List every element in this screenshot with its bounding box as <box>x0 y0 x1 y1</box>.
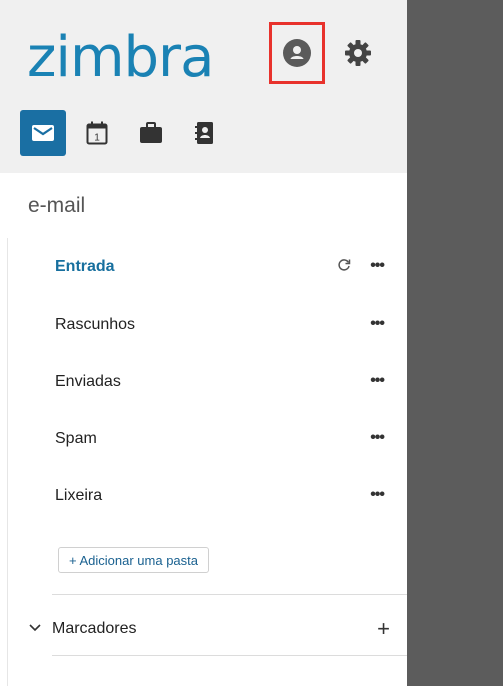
app-mail[interactable] <box>20 110 66 156</box>
folder-trash[interactable]: Lixeira ••• <box>55 484 395 508</box>
tags-section[interactable]: Marcadores + <box>28 617 390 641</box>
refresh-icon[interactable] <box>337 258 351 272</box>
calendar-day: 1 <box>94 133 100 144</box>
app-calendar[interactable]: 1 <box>74 110 120 156</box>
folder-label: Lixeira <box>55 487 103 504</box>
folder-label: Enviadas <box>55 373 121 390</box>
app-contacts[interactable] <box>182 110 228 156</box>
zimbra-logo: zimbra <box>27 25 214 90</box>
mail-icon <box>32 125 54 141</box>
add-folder-button[interactable]: + Adicionar uma pasta <box>58 547 209 573</box>
briefcase-icon <box>140 122 162 143</box>
folder-label: Rascunhos <box>55 316 136 333</box>
folder-menu-button[interactable]: ••• <box>370 316 385 332</box>
gear-icon[interactable] <box>343 38 373 68</box>
folder-menu-button[interactable]: ••• <box>370 258 385 274</box>
folder-menu-button[interactable]: ••• <box>370 430 385 446</box>
app-briefcase[interactable] <box>128 110 174 156</box>
calendar-icon: 1 <box>86 121 108 145</box>
chevron-down-icon[interactable] <box>28 620 52 638</box>
divider <box>52 594 407 595</box>
contacts-icon <box>195 122 213 144</box>
folder-spam[interactable]: Spam ••• <box>55 427 395 451</box>
folder-menu-button[interactable]: ••• <box>370 373 385 389</box>
folder-drafts[interactable]: Rascunhos ••• <box>55 313 395 337</box>
divider <box>52 655 407 656</box>
folder-sent[interactable]: Enviadas ••• <box>55 370 395 394</box>
folder-inbox[interactable]: Entrada ••• <box>55 255 395 279</box>
account-button[interactable] <box>269 22 325 84</box>
app-switcher: 1 <box>20 110 236 156</box>
add-tag-button[interactable]: + <box>377 618 390 640</box>
user-avatar-icon <box>283 39 311 67</box>
folder-menu-button[interactable]: ••• <box>370 487 385 503</box>
dimmed-overlay[interactable] <box>407 0 503 686</box>
app-header: zimbra 1 <box>0 0 407 173</box>
divider <box>7 238 8 686</box>
tags-label: Marcadores <box>52 620 137 637</box>
sidebar-panel: zimbra 1 e-mail Entrada ••• Rascunhos ••… <box>0 0 407 686</box>
section-title: e-mail <box>28 194 86 217</box>
folder-label: Spam <box>55 430 97 447</box>
